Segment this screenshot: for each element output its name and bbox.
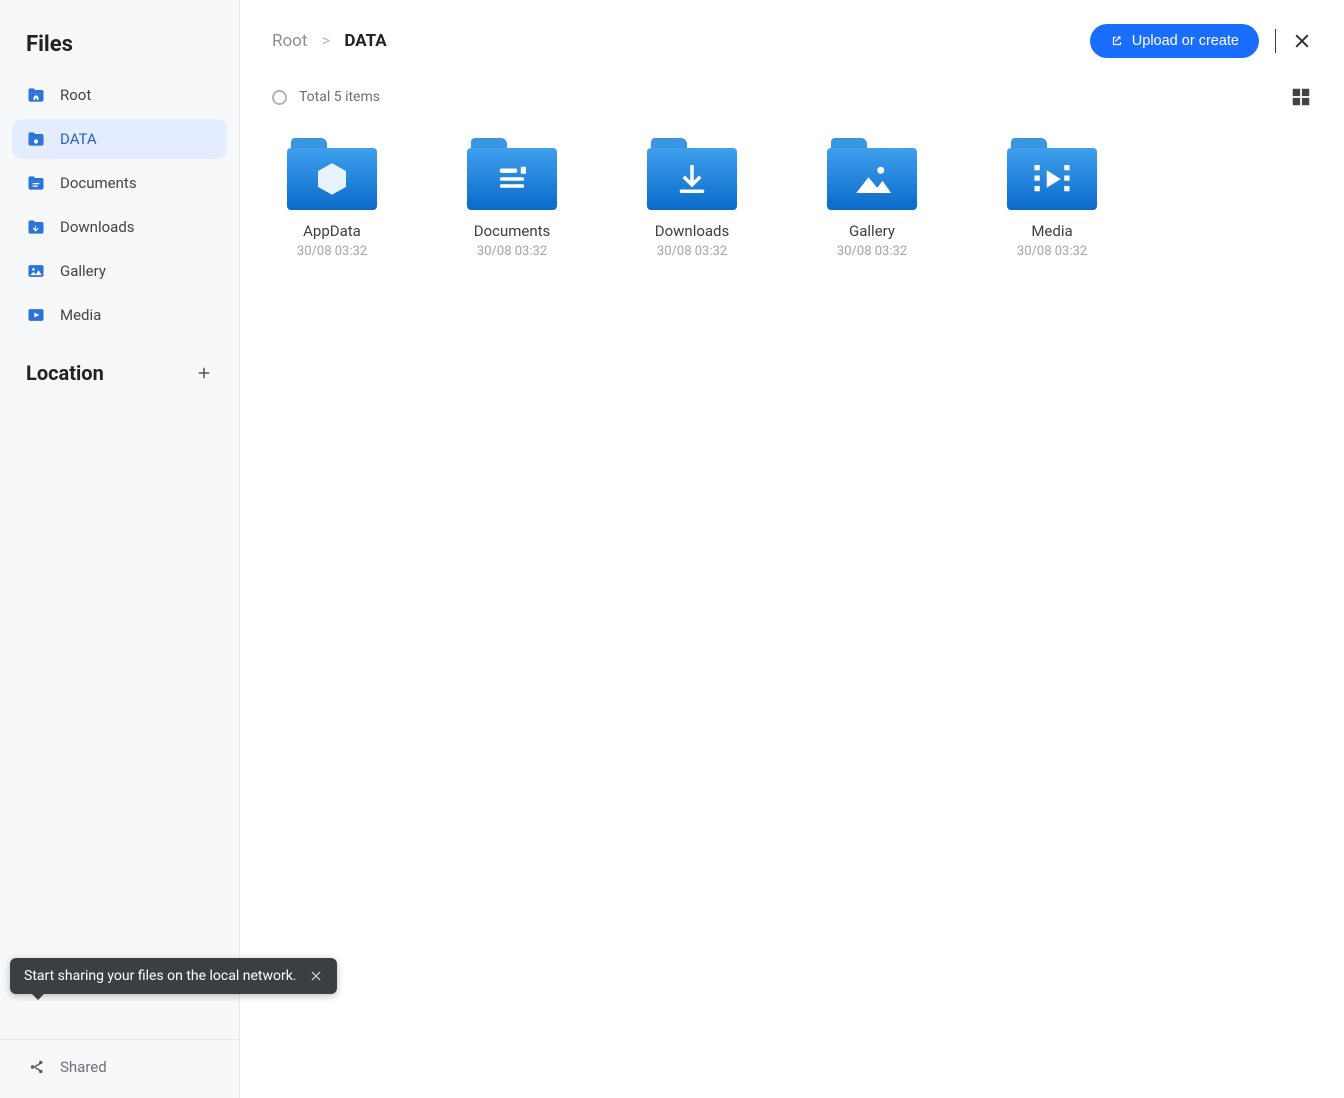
sidebar-title: Files xyxy=(12,24,227,75)
folder-date: 30/08 03:32 xyxy=(837,244,907,259)
folder-downloads[interactable]: Downloads 30/08 03:32 xyxy=(632,138,752,259)
shared-label: Shared xyxy=(60,1058,107,1076)
close-icon[interactable] xyxy=(1292,31,1312,51)
sidebar-item-data[interactable]: DATA xyxy=(12,119,227,159)
main-panel: Root > DATA Upload or create Total 5 ite… xyxy=(240,0,1344,1098)
folder-appdata[interactable]: AppData 30/08 03:32 xyxy=(272,138,392,259)
sidebar-item-label: Documents xyxy=(60,174,137,192)
folder-name: AppData xyxy=(303,222,361,240)
gallery-folder-icon xyxy=(26,261,46,281)
topbar-separator xyxy=(1275,29,1276,53)
breadcrumb-root[interactable]: Root xyxy=(272,31,307,51)
sidebar-item-label: DATA xyxy=(60,130,97,148)
tooltip-text: Start sharing your files on the local ne… xyxy=(24,968,297,984)
home-folder-icon xyxy=(26,85,46,105)
sidebar-item-gallery[interactable]: Gallery xyxy=(12,251,227,291)
sidebar-item-downloads[interactable]: Downloads xyxy=(12,207,227,247)
items-grid: AppData 30/08 03:32 Documents 30/08 03:3… xyxy=(272,138,1312,259)
media-folder-icon xyxy=(1007,138,1097,210)
sidebar: Files Root DATA Documents Downloads Gall… xyxy=(0,0,240,1098)
sidebar-item-label: Downloads xyxy=(60,218,135,236)
share-tooltip: Start sharing your files on the local ne… xyxy=(10,958,337,994)
data-folder-icon xyxy=(26,129,46,149)
folder-name: Media xyxy=(1031,222,1072,240)
status-row: Total 5 items xyxy=(272,86,1312,108)
shared-button[interactable]: Shared xyxy=(12,1040,227,1090)
tooltip-close-icon[interactable] xyxy=(309,969,323,983)
breadcrumb-current: DATA xyxy=(344,31,386,51)
location-header: Location xyxy=(12,339,227,397)
sidebar-item-label: Root xyxy=(60,86,91,104)
location-label: Location xyxy=(26,361,104,385)
topbar: Root > DATA Upload or create xyxy=(272,24,1312,58)
folder-date: 30/08 03:32 xyxy=(1017,244,1087,259)
breadcrumb-sep: > xyxy=(321,31,330,51)
folder-date: 30/08 03:32 xyxy=(477,244,547,259)
folder-media[interactable]: Media 30/08 03:32 xyxy=(992,138,1112,259)
folder-name: Documents xyxy=(474,222,551,240)
sidebar-item-root[interactable]: Root xyxy=(12,75,227,115)
appdata-folder-icon xyxy=(287,138,377,210)
view-grid-icon[interactable] xyxy=(1290,86,1312,108)
share-icon xyxy=(28,1058,46,1076)
add-location-icon[interactable] xyxy=(195,364,213,382)
total-items-label: Total 5 items xyxy=(299,89,380,105)
folder-documents[interactable]: Documents 30/08 03:32 xyxy=(452,138,572,259)
select-all-toggle[interactable] xyxy=(272,90,287,105)
upload-button[interactable]: Upload or create xyxy=(1090,24,1259,58)
document-folder-icon xyxy=(26,173,46,193)
upload-icon xyxy=(1110,34,1124,48)
folder-date: 30/08 03:32 xyxy=(657,244,727,259)
upload-label: Upload or create xyxy=(1132,33,1239,49)
folder-name: Downloads xyxy=(655,222,730,240)
gallery-folder-icon xyxy=(827,138,917,210)
folder-date: 30/08 03:32 xyxy=(297,244,367,259)
sidebar-item-documents[interactable]: Documents xyxy=(12,163,227,203)
breadcrumb: Root > DATA xyxy=(272,31,387,51)
download-folder-icon xyxy=(26,217,46,237)
downloads-folder-icon xyxy=(647,138,737,210)
media-folder-icon xyxy=(26,305,46,325)
folder-gallery[interactable]: Gallery 30/08 03:32 xyxy=(812,138,932,259)
sidebar-item-label: Gallery xyxy=(60,262,106,280)
documents-folder-icon xyxy=(467,138,557,210)
folder-name: Gallery xyxy=(849,222,895,240)
sidebar-item-media[interactable]: Media xyxy=(12,295,227,335)
sidebar-item-label: Media xyxy=(60,306,101,324)
